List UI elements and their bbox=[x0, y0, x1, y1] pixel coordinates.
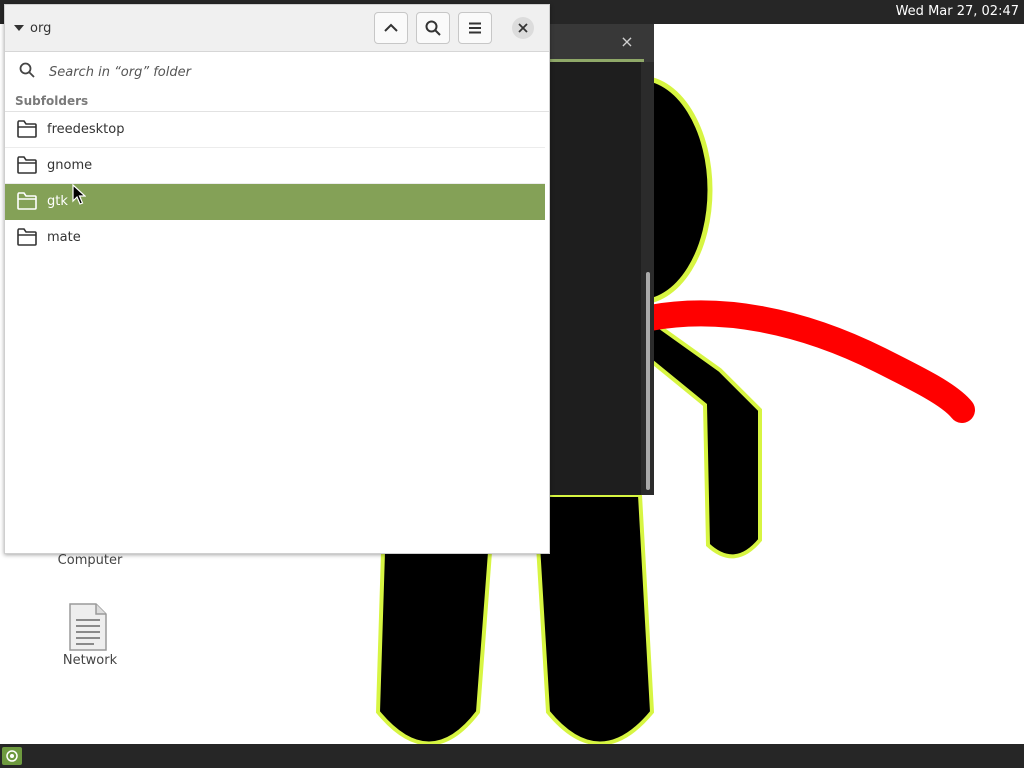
search-icon bbox=[19, 62, 35, 78]
search-input[interactable] bbox=[47, 60, 531, 84]
folder-name: gtk bbox=[47, 194, 68, 209]
figure-right-leg bbox=[532, 493, 655, 746]
document-icon[interactable] bbox=[68, 602, 108, 652]
search-icon bbox=[425, 20, 441, 36]
menu-logo-icon bbox=[6, 750, 18, 762]
folder-list: freedesktop gnome gtk mate bbox=[5, 112, 545, 255]
figure-body bbox=[648, 316, 762, 559]
folder-row[interactable]: gnome bbox=[5, 148, 545, 184]
subfolders-heading: Subfolders bbox=[15, 94, 89, 108]
path-dropdown[interactable]: org bbox=[12, 16, 51, 40]
dialog-header: org bbox=[5, 5, 549, 52]
folder-icon bbox=[17, 192, 37, 210]
folder-chooser-dialog: org Search in “org” folder Subfolders fr… bbox=[4, 4, 550, 554]
clock[interactable]: Wed Mar 27, 02:47 bbox=[896, 0, 1019, 24]
folder-name: gnome bbox=[47, 158, 93, 173]
bottom-panel bbox=[0, 744, 1024, 768]
folder-row[interactable]: freedesktop bbox=[5, 112, 545, 148]
background-window-content bbox=[549, 62, 641, 495]
mouse-cursor-icon bbox=[72, 184, 86, 205]
chevron-up-icon bbox=[384, 23, 398, 32]
figure-left-leg bbox=[375, 550, 493, 746]
background-window-scrollbar[interactable] bbox=[646, 272, 650, 490]
app-menu-button[interactable] bbox=[2, 747, 22, 765]
close-icon bbox=[518, 23, 528, 33]
folder-row[interactable]: mate bbox=[5, 220, 545, 255]
path-label: org bbox=[30, 20, 52, 36]
options-menu-button[interactable] bbox=[458, 12, 492, 44]
folder-icon bbox=[17, 120, 37, 138]
folder-name: freedesktop bbox=[47, 122, 125, 137]
folder-row-selected[interactable]: gtk bbox=[5, 184, 545, 220]
search-bar bbox=[5, 52, 549, 90]
folder-icon bbox=[17, 156, 37, 174]
parent-folder-button[interactable] bbox=[374, 12, 408, 44]
hamburger-menu-icon bbox=[469, 22, 481, 34]
desktop-icon-computer-label[interactable]: Computer bbox=[30, 553, 150, 568]
desktop-icon-network-label[interactable]: Network bbox=[30, 653, 150, 668]
folder-icon bbox=[17, 228, 37, 246]
background-window-header[interactable]: × bbox=[549, 24, 654, 62]
background-window-close-icon[interactable]: × bbox=[619, 32, 635, 52]
triangle-down-icon bbox=[14, 25, 24, 31]
folder-name: mate bbox=[47, 230, 81, 245]
background-window[interactable]: × bbox=[549, 24, 654, 495]
search-button[interactable] bbox=[416, 12, 450, 44]
close-dialog-button[interactable] bbox=[512, 17, 534, 39]
